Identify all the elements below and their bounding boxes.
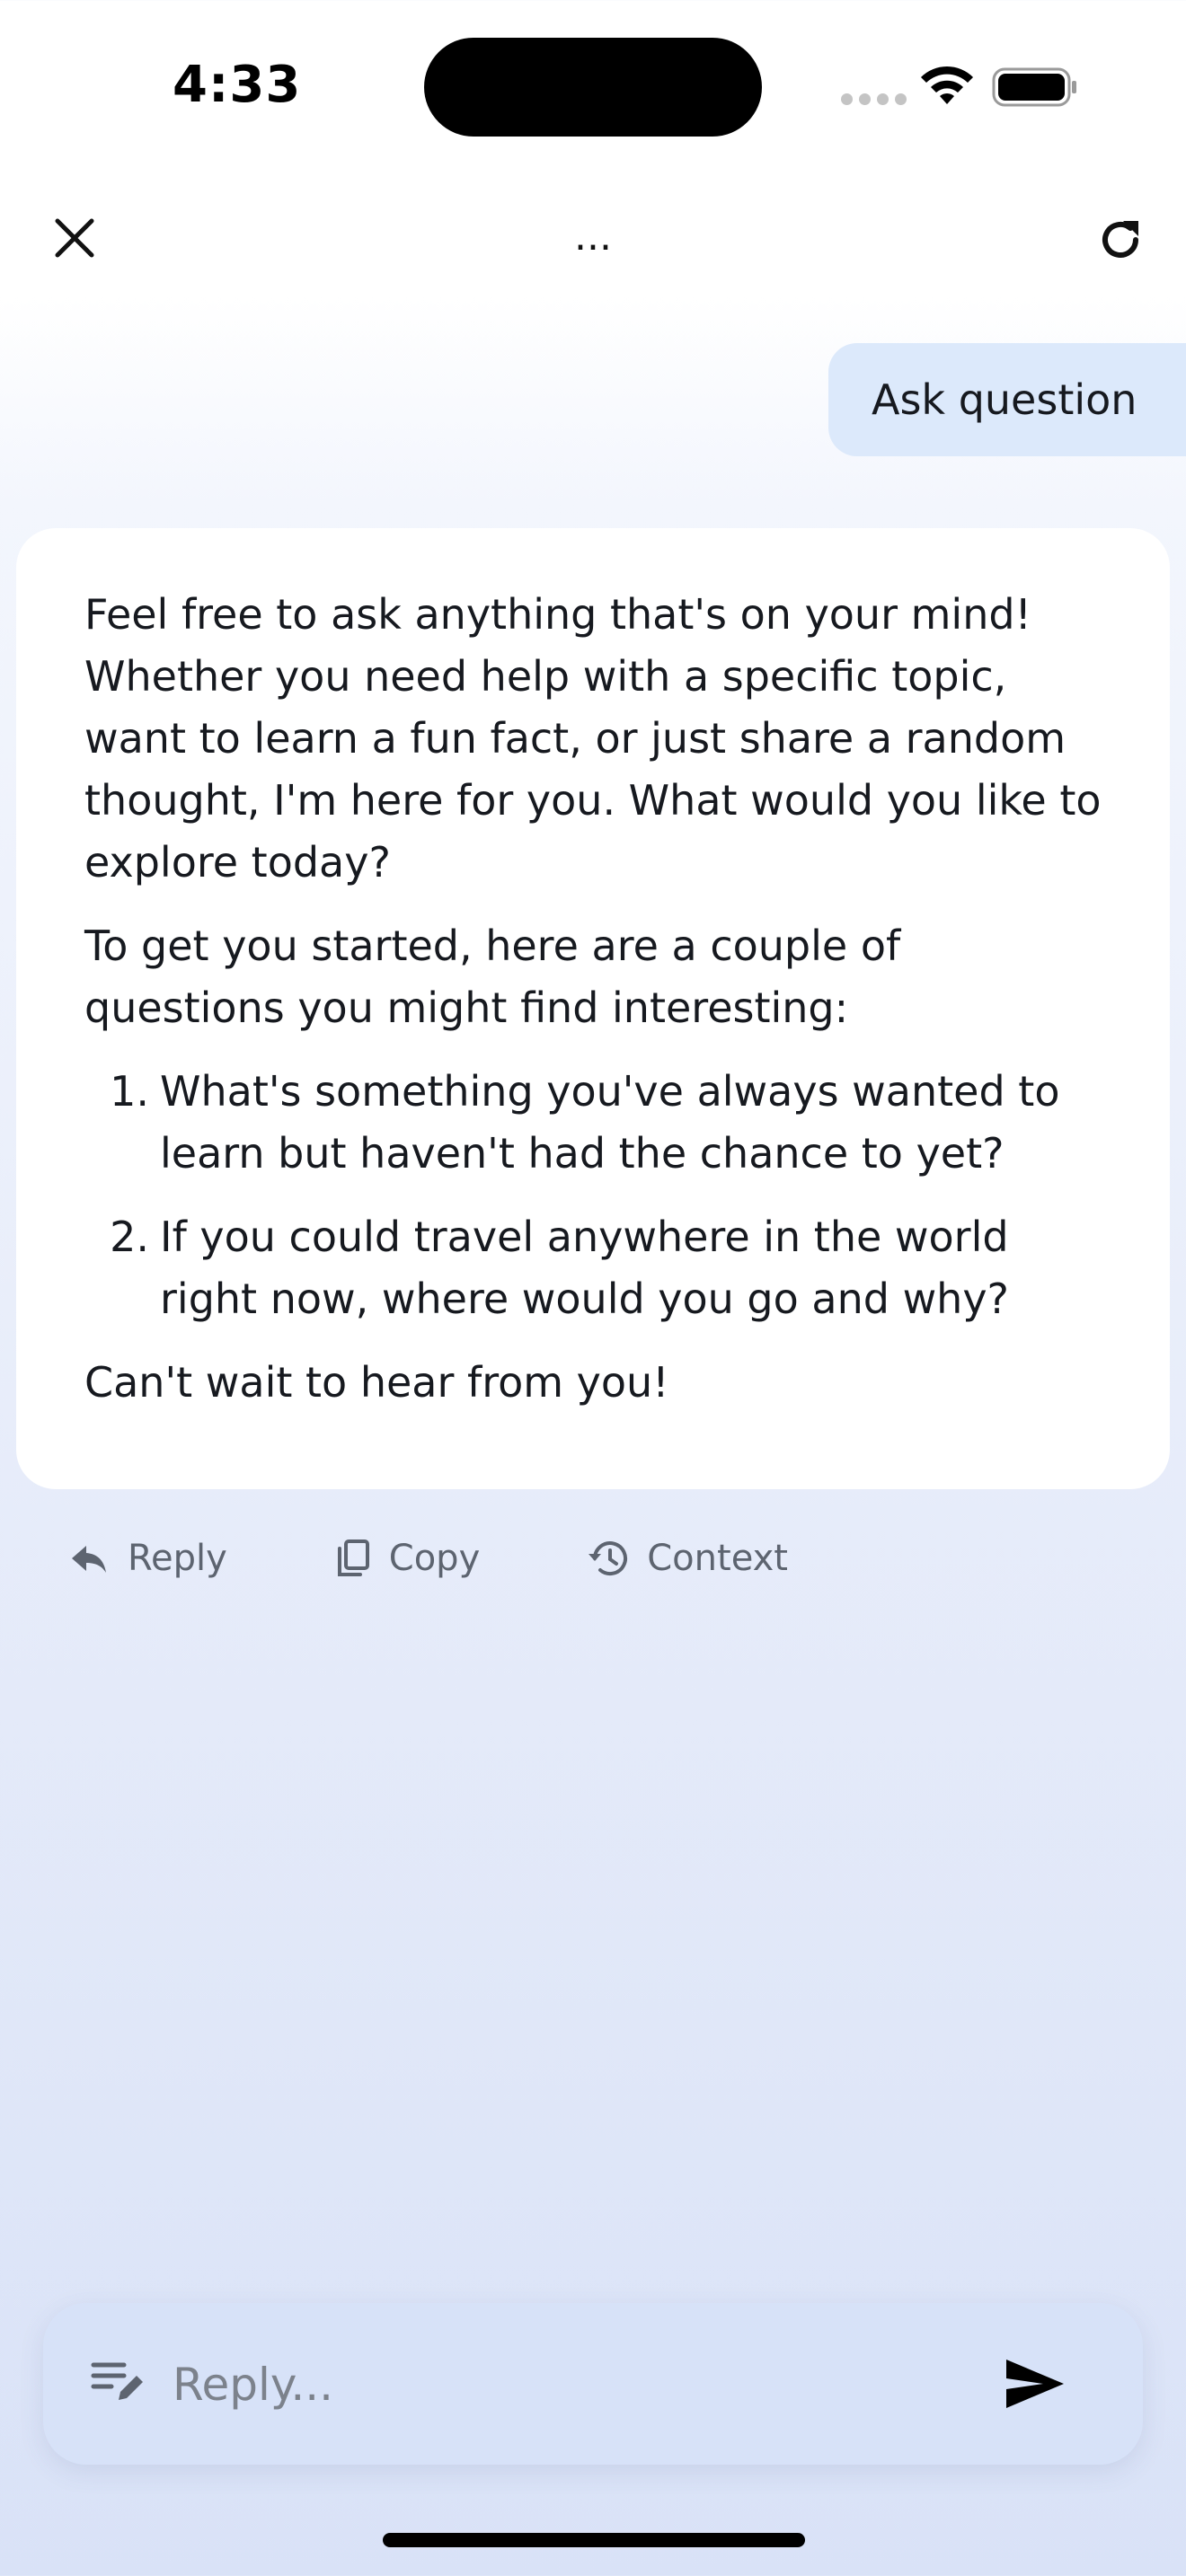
refresh-button[interactable] bbox=[1089, 208, 1152, 271]
close-icon bbox=[55, 218, 94, 258]
status-time: 4:33 bbox=[173, 56, 302, 114]
context-label: Context bbox=[647, 1538, 788, 1579]
question-list: 1. What's something you've always wanted… bbox=[84, 1061, 1107, 1330]
assistant-paragraph: To get you started, here are a couple of… bbox=[84, 922, 901, 1032]
reply-button[interactable]: Reply bbox=[70, 1538, 227, 1579]
list-number: 1. bbox=[110, 1067, 149, 1116]
reply-label: Reply bbox=[128, 1538, 227, 1579]
reply-input[interactable] bbox=[173, 2344, 963, 2425]
list-item: 2. If you could travel anywhere in the w… bbox=[84, 1206, 1107, 1330]
user-message-text: Ask question bbox=[872, 375, 1137, 424]
assistant-closing: Can't wait to hear from you! bbox=[84, 1358, 669, 1407]
send-icon bbox=[1006, 2360, 1064, 2408]
list-text: If you could travel anywhere in the worl… bbox=[160, 1213, 1009, 1323]
home-indicator bbox=[383, 2533, 805, 2547]
copy-button[interactable]: Copy bbox=[335, 1538, 480, 1579]
reply-composer bbox=[43, 2303, 1143, 2465]
list-text: What's something you've always wanted to… bbox=[160, 1067, 1060, 1178]
conversation-title: ... bbox=[574, 214, 612, 260]
close-button[interactable] bbox=[43, 207, 106, 269]
wifi-icon bbox=[921, 66, 973, 104]
history-icon bbox=[589, 1541, 628, 1575]
copy-icon bbox=[337, 1539, 369, 1576]
refresh-icon bbox=[1102, 221, 1138, 258]
dynamic-island bbox=[424, 38, 762, 137]
reply-arrow-icon bbox=[72, 1546, 106, 1573]
copy-label: Copy bbox=[388, 1538, 481, 1579]
battery-icon bbox=[992, 67, 1076, 107]
user-message-bubble: Ask question bbox=[828, 343, 1186, 456]
context-button[interactable]: Context bbox=[588, 1538, 788, 1579]
list-number: 2. bbox=[110, 1213, 149, 1261]
list-item: 1. What's something you've always wanted… bbox=[84, 1061, 1107, 1185]
message-actions: Reply Copy Context bbox=[70, 1538, 788, 1579]
edit-note-icon bbox=[91, 2362, 143, 2400]
assistant-message-card: Feel free to ask anything that's on your… bbox=[16, 528, 1170, 1489]
send-button[interactable] bbox=[999, 2350, 1071, 2418]
cellular-signal-icon bbox=[841, 93, 907, 105]
assistant-paragraph: Feel free to ask anything that's on your… bbox=[84, 590, 1102, 887]
